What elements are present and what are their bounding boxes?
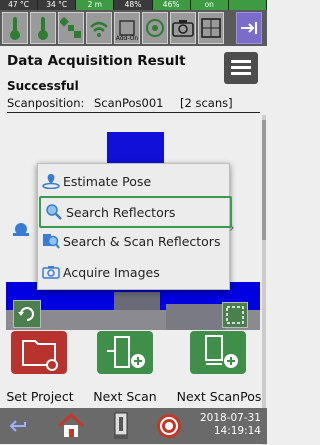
frame-icon [226,306,244,324]
expand-toolbar-button[interactable] [236,12,262,44]
fit-view-button[interactable] [222,302,248,328]
home-button[interactable] [54,408,88,444]
menu-item-acquire-images[interactable]: Acquire Images [38,258,229,286]
thermometer-alt-icon-button[interactable] [30,12,56,44]
battery-temp-status: 34 °C [38,0,77,10]
datetime: 2018-07-31 14:19:14 [200,412,261,438]
gnss-accuracy-status: 2 m [76,0,115,10]
thermometer-icon [38,17,48,40]
signal-icon [90,21,108,37]
camera-icon [172,20,194,37]
grid-toolbar-button[interactable] [198,12,224,44]
rotate-view-button[interactable] [13,300,41,328]
scanner-plus-icon [107,336,145,368]
time-text: 14:19:14 [213,425,261,437]
page-title: Data Acquisition Result [7,53,186,69]
inclination-icon [146,19,164,37]
inclination-button[interactable] [142,12,168,44]
menu-item-estimate-pose[interactable]: Estimate Pose [38,167,229,195]
menu-bar [231,66,251,69]
rotate-icon [18,307,34,321]
add-on-button[interactable]: Add-On [114,12,140,44]
wifi-button[interactable] [86,12,112,44]
scanposition-label: Scanposition: [7,96,85,110]
menu-item-label: Estimate Pose [63,173,152,189]
set-project-label: Set Project [6,389,74,404]
next-scan-label: Next Scan [93,389,157,404]
satellite-icon [60,17,81,38]
bottom-bar: 2018-07-31 14:19:14 [0,408,267,444]
battery-status: 46% [152,0,191,10]
add-on-label: Add-On [115,35,139,42]
camera-toolbar-button[interactable] [170,12,196,44]
menu-button[interactable] [224,52,258,84]
context-menu: Estimate Pose Search Reflectors Search &… [37,163,232,290]
menu-item-search-reflectors[interactable]: Search Reflectors [39,196,232,228]
registration-icon[interactable] [10,220,32,238]
satellite-button[interactable] [58,12,84,44]
menu-item-label: Search Reflectors [66,204,176,220]
extra-status [228,0,267,10]
menu-bar [231,72,251,75]
date-text: 2018-07-31 [199,412,261,424]
stop-icon [157,414,181,438]
next-scanpos-label: Next ScanPos [176,389,262,404]
menu-bar [231,60,251,63]
thermometer-icon-button[interactable] [2,12,28,44]
trees-shape [166,304,226,330]
home-icon [57,413,85,437]
back-arrow-icon [9,420,26,432]
next-scan-button[interactable] [97,331,153,374]
scanner-icon [114,412,128,439]
status-strip: 47 °C 34 °C 2 m 48% 46% on [0,0,267,10]
menu-item-search-scan-reflectors[interactable]: Search & Scan Reflectors [38,227,229,255]
set-project-button[interactable] [11,331,67,374]
back-button[interactable] [6,408,34,444]
search-scan-reflectors-icon [41,232,61,250]
arrow-right-bar-icon [241,22,257,34]
camera-status: on [190,0,229,10]
scanner-position-plus-icon [205,335,238,368]
scanposition-value: ScanPos001 [94,96,164,110]
storage-status: 48% [114,0,153,10]
scan-count: [2 scans] [180,96,233,110]
top-toolbar: Add-On [0,10,267,46]
divider [7,112,260,113]
search-reflectors-icon [44,203,64,221]
estimate-pose-icon [41,172,61,190]
scanner-temp-status: 47 °C [0,0,39,10]
result-status: Successful [7,79,79,93]
scrollbar-thumb[interactable] [262,120,266,240]
thermometer-icon [10,17,20,40]
menu-item-label: Search & Scan Reflectors [63,233,221,249]
menu-item-label: Acquire Images [63,264,160,280]
grid-icon [201,18,221,38]
scanner-button[interactable] [106,408,136,444]
next-scanpos-button[interactable] [190,331,246,374]
camera-icon [41,263,61,281]
stop-button[interactable] [154,408,184,444]
folder-gear-icon [22,340,58,371]
